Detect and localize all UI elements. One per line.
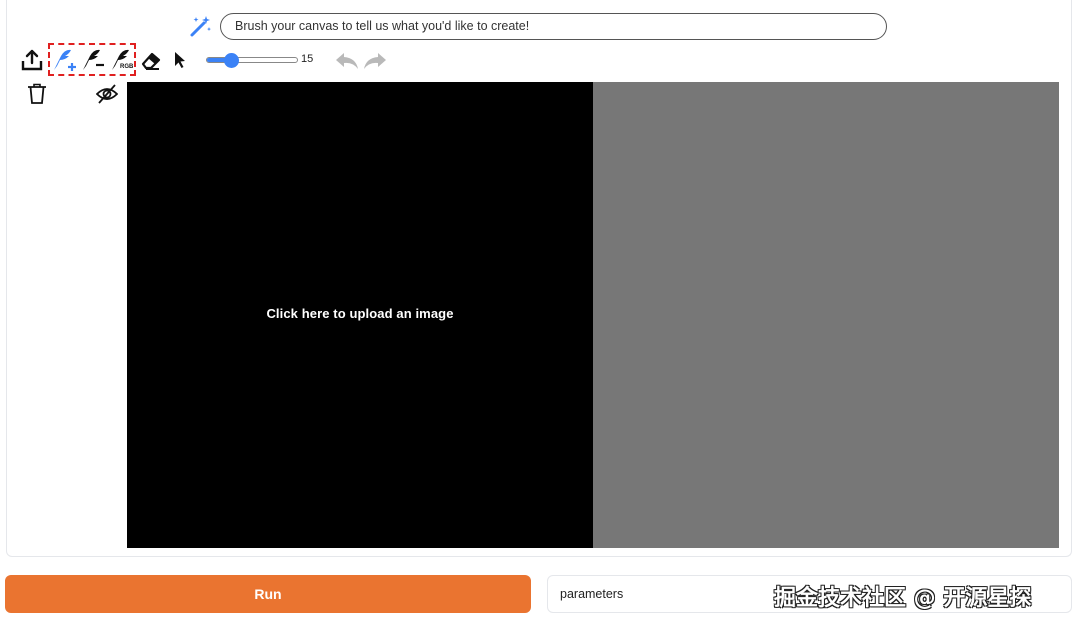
brush-rgb-icon[interactable]: RGB [109,48,135,72]
parameters-label: parameters [560,587,624,601]
brush-add-icon[interactable] [51,48,77,72]
upload-icon[interactable] [20,48,44,72]
side-tools [25,82,125,108]
pointer-icon[interactable] [172,48,188,72]
brush-size-value: 15 [301,53,314,65]
prompt-input[interactable]: Brush your canvas to tell us what you'd … [220,13,887,40]
upload-prompt-text: Click here to upload an image [266,305,454,321]
watermark-text: 掘金技术社区 @ 开源星探 [774,586,1032,611]
run-button[interactable]: Run [5,575,531,613]
redo-icon[interactable] [362,49,388,73]
eraser-icon[interactable] [139,48,163,72]
upload-canvas[interactable]: Click here to upload an image [127,82,593,548]
preview-canvas[interactable] [593,82,1059,548]
eye-off-icon[interactable] [95,83,119,110]
brush-size-thumb[interactable] [224,53,240,68]
trash-icon[interactable] [27,83,47,110]
toolbar: RGB 15 [20,43,400,76]
brush-rgb-label: RGB [120,64,134,70]
brush-remove-icon[interactable] [80,48,106,72]
magic-wand-icon[interactable] [188,14,214,38]
undo-icon[interactable] [334,49,360,73]
brush-size-slider[interactable] [206,57,298,63]
